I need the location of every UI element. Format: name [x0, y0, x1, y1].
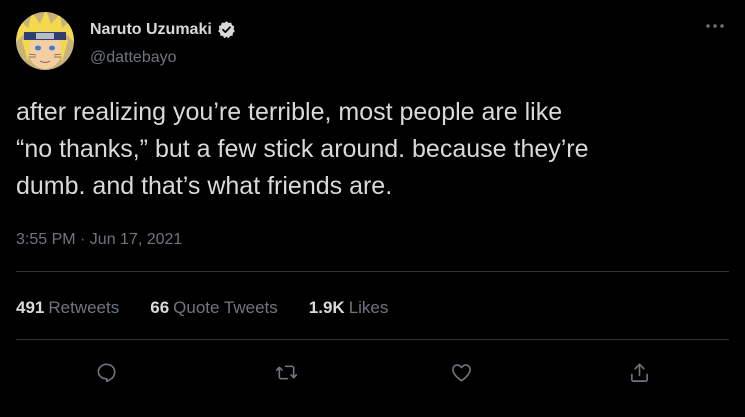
retweets-count: 491 [16, 298, 45, 317]
retweets-stat[interactable]: 491 Retweets [16, 298, 119, 318]
tweet-text-line: “no thanks,” but a few stick around. bec… [16, 135, 589, 163]
tweet-text-line: after realizing you’re terrible, most pe… [16, 98, 563, 126]
retweet-button[interactable] [269, 355, 303, 389]
verified-badge-icon [217, 20, 236, 39]
author-name-row[interactable]: Naruto Uzumaki [90, 20, 236, 39]
quote-tweets-count: 66 [150, 298, 170, 317]
like-button[interactable] [444, 355, 478, 389]
tweet-stats: 491 Retweets 66 Quote Tweets 1.9K Likes [16, 298, 419, 318]
reply-button[interactable] [89, 355, 123, 389]
tweet-timestamp[interactable]: 3:55 PM · Jun 17, 2021 [16, 231, 182, 249]
author-name[interactable]: Naruto Uzumaki [90, 21, 212, 39]
quote-tweets-label: Quote Tweets [173, 298, 278, 317]
share-button[interactable] [622, 355, 656, 389]
reply-icon [97, 363, 115, 382]
retweets-label: Retweets [48, 298, 120, 317]
likes-label: Likes [348, 298, 389, 317]
tweet-text-line: dumb. and that’s what friends are. [16, 172, 393, 200]
avatar-image [16, 12, 74, 70]
tweet-actions [0, 355, 745, 389]
tweet-text: after realizing you’re terrible, most pe… [16, 94, 726, 205]
author-handle[interactable]: @dattebayo [90, 49, 177, 67]
divider [16, 339, 729, 340]
likes-stat[interactable]: 1.9K Likes [309, 298, 389, 318]
retweet-icon [275, 364, 297, 380]
more-icon[interactable] [704, 15, 726, 37]
divider [16, 271, 729, 272]
quote-tweets-stat[interactable]: 66 Quote Tweets [150, 298, 278, 318]
likes-count: 1.9K [308, 298, 345, 317]
avatar[interactable] [16, 12, 74, 70]
tweet: Naruto Uzumaki @dattebayo after realizin… [0, 0, 745, 417]
share-icon [630, 363, 648, 382]
like-icon [451, 363, 471, 381]
